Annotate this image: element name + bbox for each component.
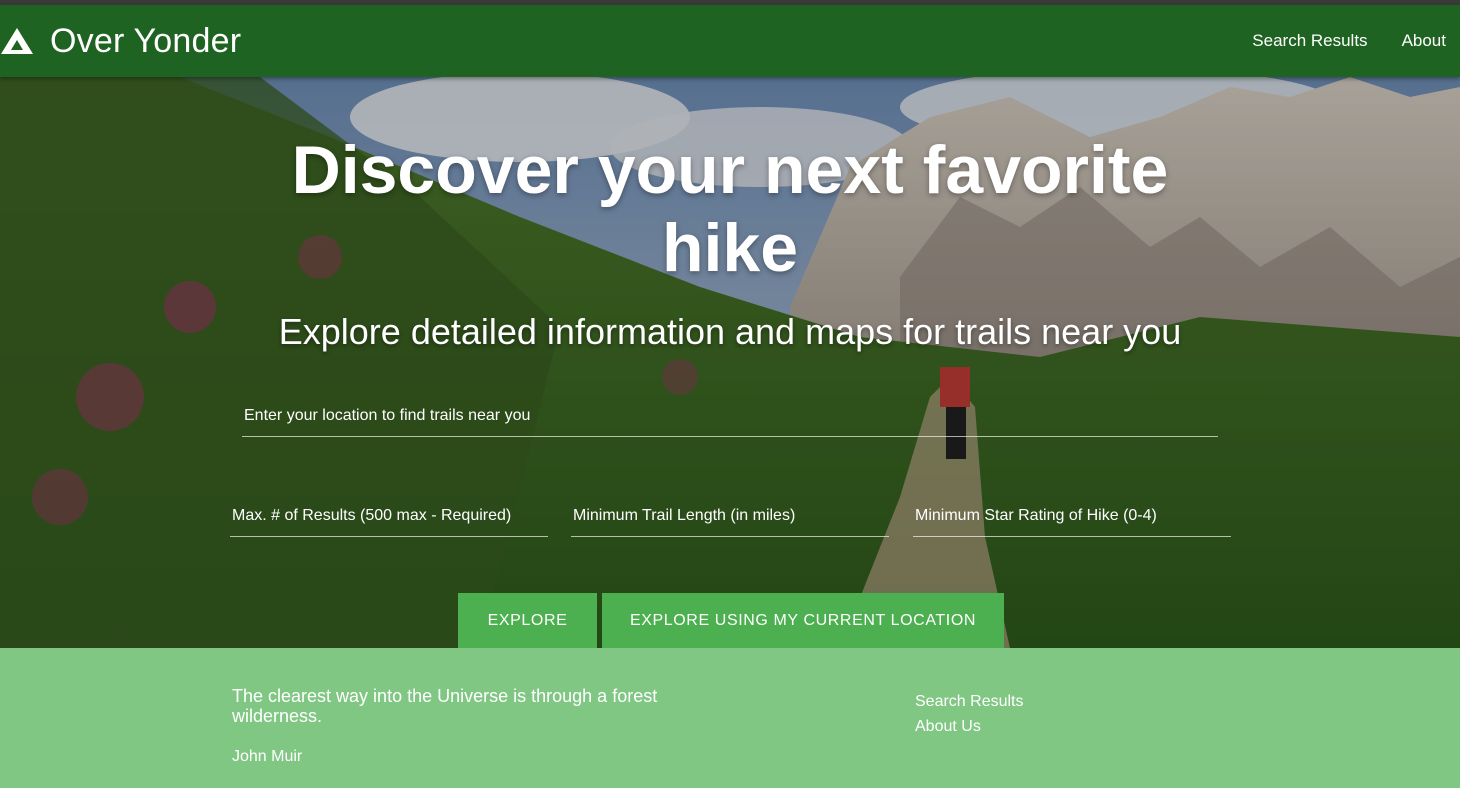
hero-headline: Discover your next favorite hike [0,131,1460,287]
min-rating-input[interactable] [913,495,1231,536]
min-rating-field [913,495,1231,537]
footer: The clearest way into the Universe is th… [0,648,1460,788]
footer-link-about-us[interactable]: About Us [915,717,1024,736]
hero-section: Discover your next favorite hike Explore… [0,77,1460,648]
footer-links: Search Results About Us [915,692,1024,736]
navbar: Over Yonder Search Results About [0,5,1460,77]
brand-name: Over Yonder [50,21,242,60]
min-length-input[interactable] [571,495,889,536]
location-input[interactable] [242,395,1218,436]
top-nav: Search Results About [1252,5,1446,77]
max-results-field [230,495,548,537]
location-field [242,395,1218,437]
hero-headline-line-2: hike [661,210,799,286]
brand[interactable]: Over Yonder [0,5,241,77]
hero-headline-line-1: Discover your next favorite [291,132,1169,208]
explore-current-location-button[interactable]: EXPLORE USING MY CURRENT LOCATION [602,593,1004,648]
footer-quote: The clearest way into the Universe is th… [232,686,658,726]
footer-link-search-results[interactable]: Search Results [915,692,1024,711]
hero-subheadline: Explore detailed information and maps fo… [278,311,1182,352]
footer-quote-author: John Muir [232,748,303,765]
max-results-input[interactable] [230,495,548,536]
nav-about[interactable]: About [1402,31,1446,51]
nav-search-results[interactable]: Search Results [1252,31,1367,51]
explore-button[interactable]: EXPLORE [458,593,597,648]
min-length-field [571,495,889,537]
mountain-icon [1,28,33,54]
